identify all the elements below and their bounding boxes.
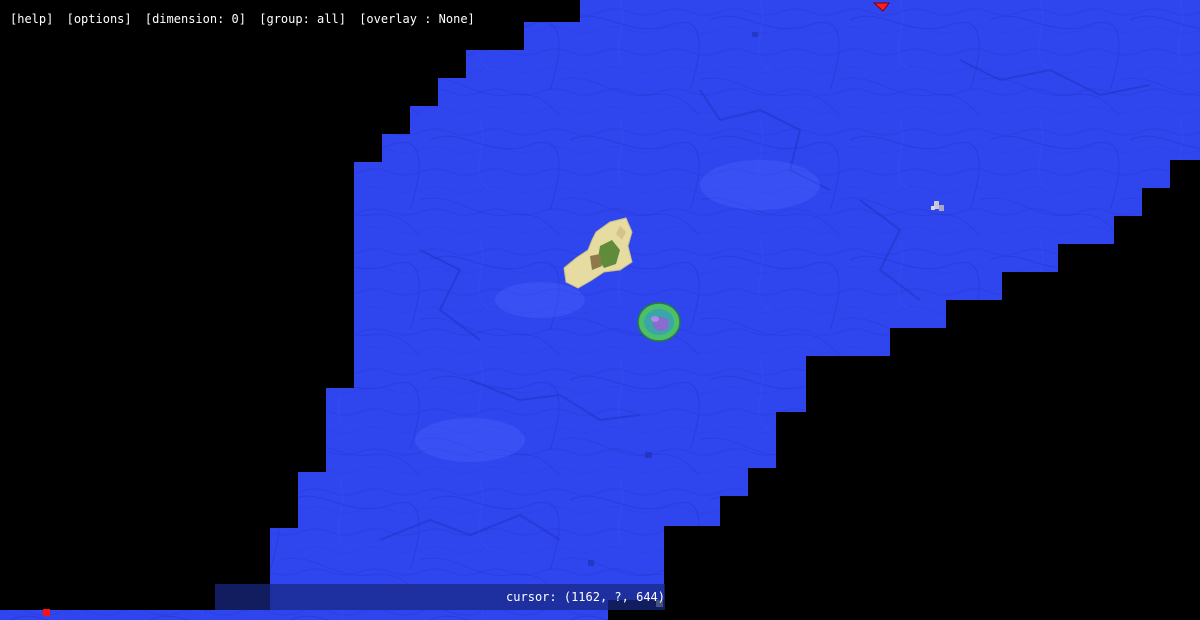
options-button[interactable]: [options] xyxy=(67,12,132,26)
player-marker-icon[interactable] xyxy=(43,609,50,616)
overlay-button[interactable]: [overlay : None] xyxy=(359,12,475,26)
dimension-button[interactable]: [dimension: 0] xyxy=(145,12,246,26)
mushroom-island-icon xyxy=(637,302,681,342)
map-canvas[interactable] xyxy=(0,0,1200,620)
status-bar: cursor: (1162, ?, 644) xyxy=(215,584,665,610)
cursor-coordinates: cursor: (1162, ?, 644) xyxy=(506,590,665,604)
group-button[interactable]: [group: all] xyxy=(259,12,346,26)
help-button[interactable]: [help] xyxy=(10,12,53,26)
map-view[interactable]: [help] [options] [dimension: 0] [group: … xyxy=(0,0,1200,620)
top-menu: [help] [options] [dimension: 0] [group: … xyxy=(10,12,481,26)
